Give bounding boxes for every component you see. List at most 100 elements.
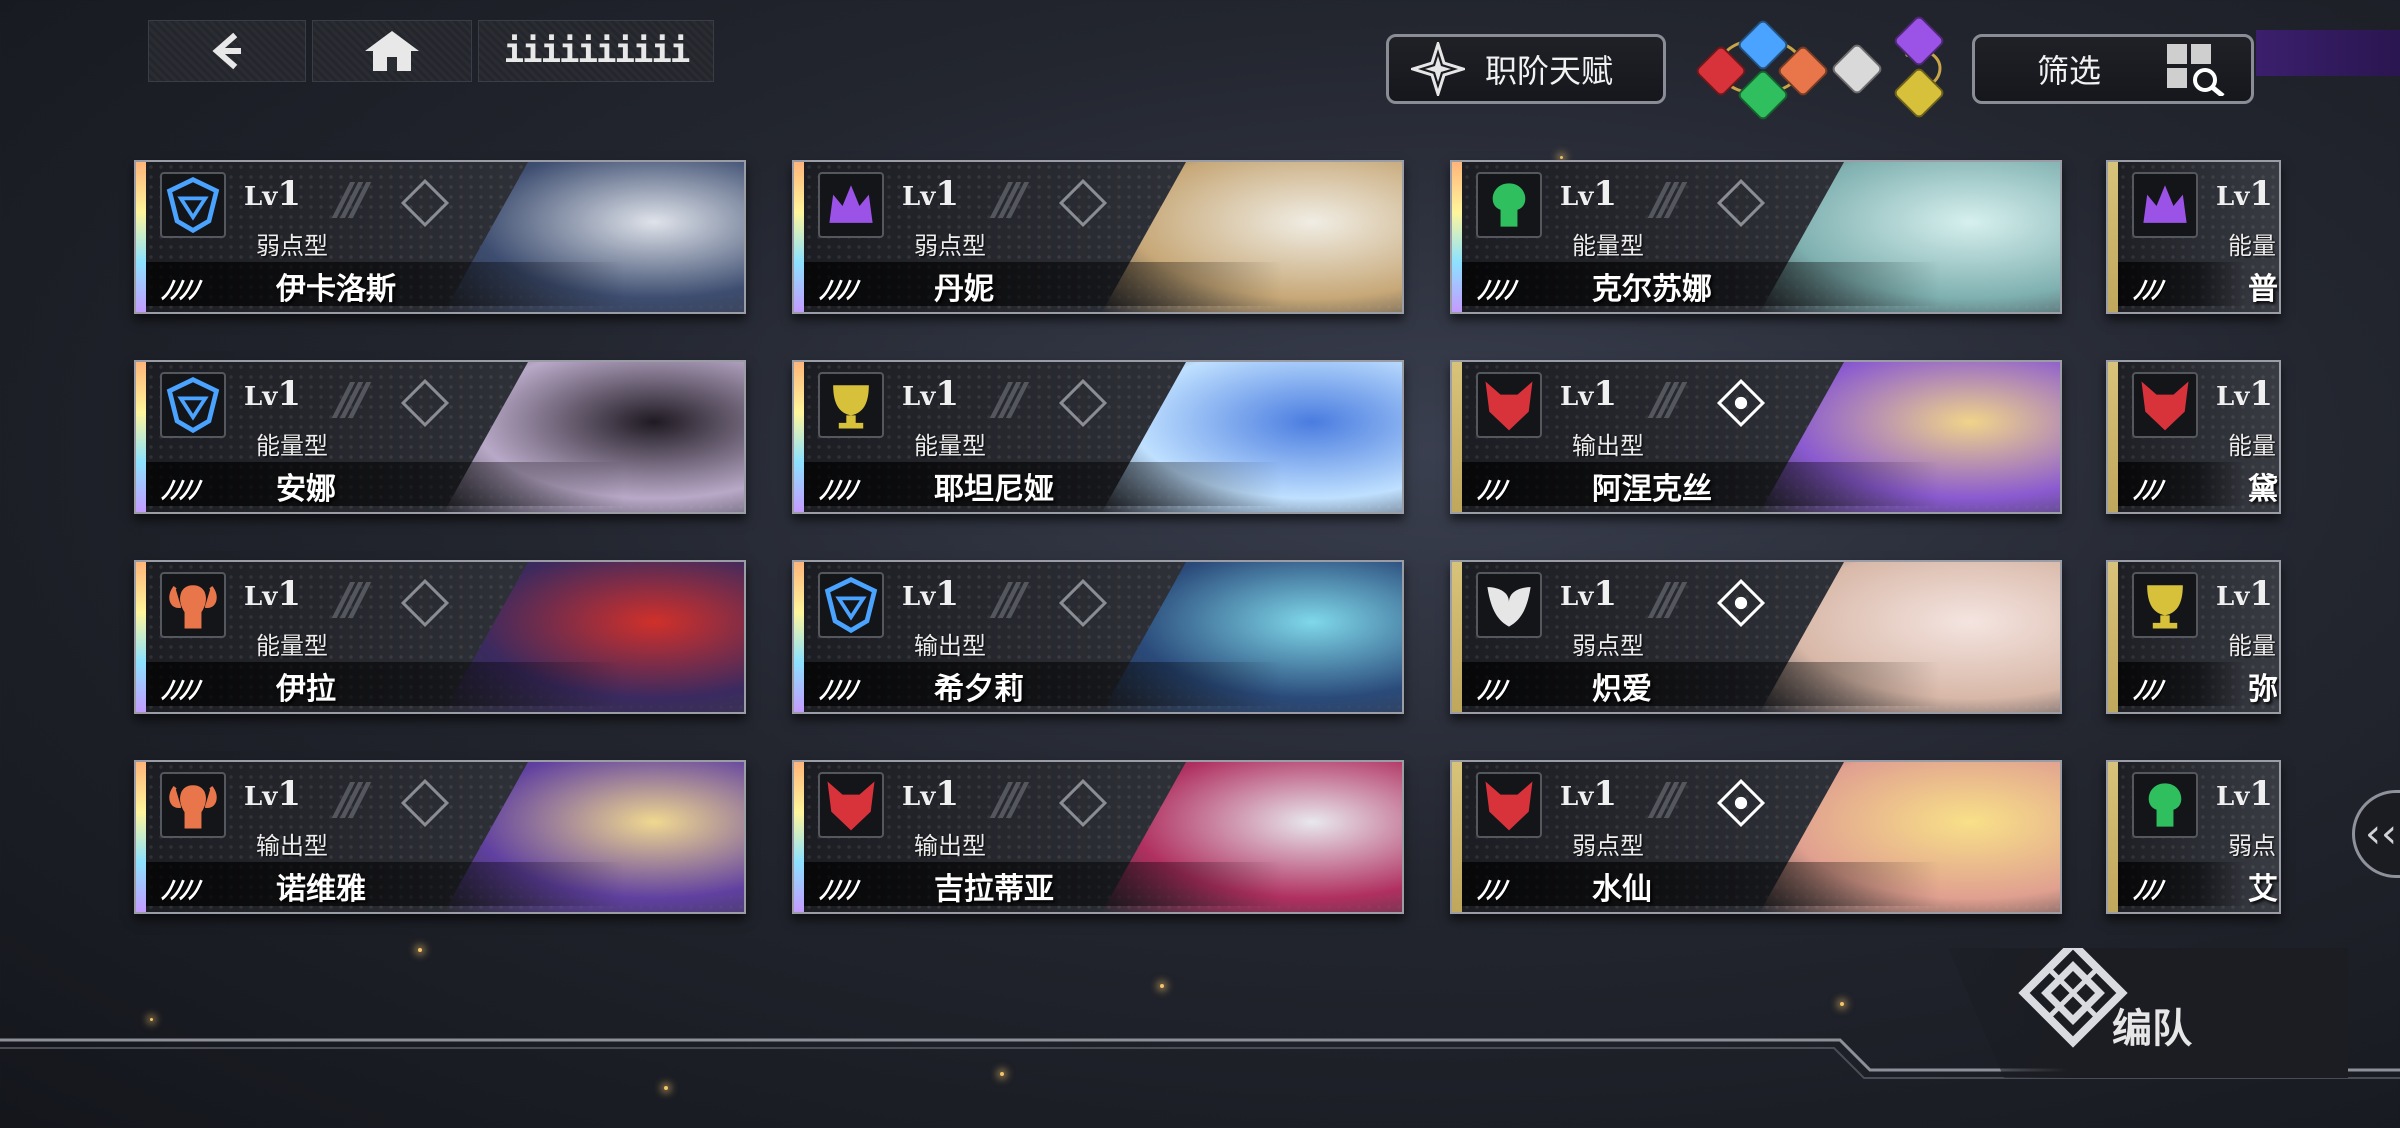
character-card[interactable]: Lv1 能量 ﾉﾉﾉ 黛	[2106, 360, 2281, 514]
card-type: 能量	[2228, 632, 2276, 660]
rarity-stripe	[794, 162, 804, 312]
side-banner	[2256, 30, 2400, 76]
skill-gem-icon	[1716, 578, 1766, 628]
star-rank: ﾉﾉﾉ	[2132, 876, 2163, 906]
card-type: 弱点型	[256, 232, 328, 260]
filter-button[interactable]: 筛选	[1972, 34, 2254, 104]
faction-selector[interactable]	[1692, 14, 1954, 122]
skill-gem-icon	[400, 778, 450, 828]
slash-decoration: ///	[994, 374, 1026, 425]
character-name: 诺维雅	[276, 872, 366, 907]
character-card[interactable]: Lv1 能量型 /// ﾉﾉﾉﾉ 伊拉	[134, 560, 746, 714]
skill-gem-icon	[1058, 778, 1108, 828]
slash-decoration: ///	[994, 774, 1026, 825]
side-expand-tab[interactable]: ‹‹	[2352, 790, 2400, 878]
home-icon	[365, 31, 419, 71]
talent-button[interactable]: 职阶天赋	[1386, 34, 1666, 104]
talent-star-icon	[1411, 42, 1465, 96]
level-prefix: Lv	[244, 782, 278, 812]
card-type: 输出型	[1572, 432, 1644, 460]
rarity-stripe	[136, 762, 146, 912]
level-value: 1	[1593, 374, 1618, 414]
star-rank: ﾉﾉﾉ	[2132, 476, 2163, 506]
card-type: 弱点型	[1572, 632, 1644, 660]
card-type: 弱点型	[1572, 832, 1644, 860]
character-card[interactable]: Lv1 输出型 /// ﾉﾉﾉﾉ 吉拉蒂亚	[792, 760, 1404, 914]
level-value: 1	[1593, 174, 1618, 214]
level-label: Lv1	[244, 374, 301, 414]
slash-decoration: ///	[1652, 174, 1684, 225]
level-prefix: Lv	[244, 382, 278, 412]
character-name: 弥	[2248, 672, 2278, 707]
character-card[interactable]: Lv1 能量 ﾉﾉﾉ 普	[2106, 160, 2281, 314]
character-name: 黛	[2248, 472, 2278, 507]
faction-tree-icon	[2132, 772, 2198, 838]
slash-decoration: ///	[1652, 574, 1684, 625]
level-value: 1	[2249, 374, 2274, 414]
card-type: 输出型	[914, 832, 986, 860]
level-prefix: Lv	[902, 582, 936, 612]
card-type: 能量型	[256, 632, 328, 660]
character-name: 伊拉	[276, 672, 336, 707]
level-label: Lv1	[244, 774, 301, 814]
character-card[interactable]: Lv1 弱点型 /// ﾉﾉﾉﾉ 丹妮	[792, 160, 1404, 314]
character-card[interactable]: Lv1 输出型 /// ﾉﾉﾉﾉ 诺维雅	[134, 760, 746, 914]
character-card[interactable]: Lv1 能量型 /// ﾉﾉﾉﾉ 安娜	[134, 360, 746, 514]
skill-gem-icon	[1058, 378, 1108, 428]
character-card[interactable]: Lv1 弱点型 /// ﾉﾉﾉﾉ 伊卡洛斯	[134, 160, 746, 314]
level-value: 1	[2249, 774, 2274, 814]
level-label: Lv1	[2216, 174, 2273, 214]
level-label: Lv1	[902, 574, 959, 614]
breadcrumb: iiiiiiiiii	[478, 20, 714, 82]
star-rank: ﾉﾉﾉﾉ	[160, 876, 200, 906]
faction-shield-icon	[160, 372, 226, 438]
rarity-stripe	[1452, 562, 1462, 712]
level-prefix: Lv	[2216, 182, 2250, 212]
character-card[interactable]: Lv1 能量 ﾉﾉﾉ 弥	[2106, 560, 2281, 714]
star-rank: ﾉﾉﾉﾉ	[818, 676, 858, 706]
level-value: 1	[1593, 574, 1618, 614]
character-card[interactable]: Lv1 弱点型 /// ﾉﾉﾉ 水仙	[1450, 760, 2062, 914]
star-rank: ﾉﾉﾉﾉ	[818, 476, 858, 506]
level-prefix: Lv	[2216, 582, 2250, 612]
skill-gem-icon	[1716, 378, 1766, 428]
slash-decoration: ///	[336, 774, 368, 825]
character-name: 安娜	[276, 472, 336, 507]
formation-button[interactable]: 编队	[1948, 948, 2348, 1078]
star-rank: ﾉﾉﾉﾉ	[818, 876, 858, 906]
star-rank: ﾉﾉﾉ	[1476, 676, 1507, 706]
skill-gem-icon	[400, 178, 450, 228]
character-card[interactable]: Lv1 弱点 ﾉﾉﾉ 艾	[2106, 760, 2281, 914]
character-name: 耶坦尼娅	[934, 472, 1054, 507]
character-card[interactable]: Lv1 输出型 /// ﾉﾉﾉﾉ 希夕莉	[792, 560, 1404, 714]
slash-decoration: ///	[994, 574, 1026, 625]
rarity-stripe	[2108, 562, 2118, 712]
level-prefix: Lv	[1560, 582, 1594, 612]
level-value: 1	[935, 774, 960, 814]
card-type: 输出型	[914, 632, 986, 660]
character-card[interactable]: Lv1 能量型 /// ﾉﾉﾉﾉ 克尔苏娜	[1450, 160, 2062, 314]
character-card[interactable]: Lv1 弱点型 /// ﾉﾉﾉ 炽爱	[1450, 560, 2062, 714]
rarity-stripe	[136, 362, 146, 512]
rarity-stripe	[794, 762, 804, 912]
level-label: Lv1	[2216, 774, 2273, 814]
slash-decoration: ///	[336, 374, 368, 425]
level-value: 1	[277, 574, 302, 614]
rarity-stripe	[1452, 162, 1462, 312]
name-backdrop	[1462, 662, 2060, 706]
slash-decoration: ///	[1652, 374, 1684, 425]
card-type: 弱点型	[914, 232, 986, 260]
slash-decoration: ///	[994, 174, 1026, 225]
home-button[interactable]	[312, 20, 472, 82]
level-label: Lv1	[2216, 374, 2273, 414]
level-prefix: Lv	[1560, 382, 1594, 412]
faction-crown-icon	[2132, 172, 2198, 238]
name-backdrop	[804, 862, 1402, 906]
card-type: 输出型	[256, 832, 328, 860]
skill-gem-icon	[1058, 578, 1108, 628]
faction-ram-icon	[160, 772, 226, 838]
character-card[interactable]: Lv1 输出型 /// ﾉﾉﾉ 阿涅克丝	[1450, 360, 2062, 514]
name-backdrop	[146, 662, 744, 706]
back-button[interactable]	[148, 20, 306, 82]
character-card[interactable]: Lv1 能量型 /// ﾉﾉﾉﾉ 耶坦尼娅	[792, 360, 1404, 514]
